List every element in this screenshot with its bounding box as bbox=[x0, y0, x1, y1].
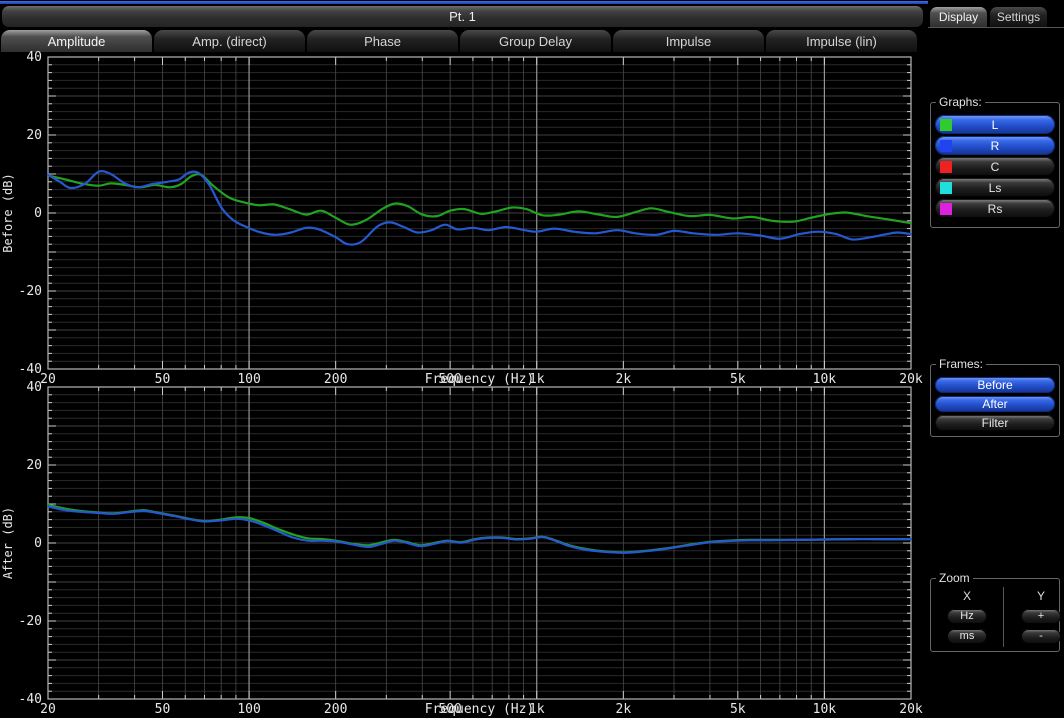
x-tick-label: 2k bbox=[616, 702, 632, 717]
x-tick-label: 20 bbox=[40, 702, 56, 717]
x-tick-label: 5k bbox=[730, 702, 746, 717]
graphs-group-label: Graphs: bbox=[936, 95, 985, 109]
zoom-groupbox: Zoom X Y Hzms+- bbox=[930, 578, 1060, 652]
zoom-column-divider bbox=[1003, 587, 1004, 647]
frames-groupbox: Frames: BeforeAfterFilter bbox=[930, 364, 1060, 437]
y-tick-label: 0 bbox=[34, 536, 42, 551]
channel-button-label: C bbox=[991, 160, 1000, 174]
x-axis-title: Frequency (Hz) bbox=[425, 702, 535, 717]
channel-button-label: L bbox=[992, 118, 999, 132]
x-tick-label: 20k bbox=[899, 702, 923, 717]
after-amplitude-plot[interactable]: 40200-20-4020501002005001k2k5k10k20kFreq… bbox=[0, 0, 928, 718]
channel-button-label: Ls bbox=[989, 181, 1002, 195]
zoom-y-axis-label: Y bbox=[1021, 589, 1061, 603]
channel-button-label: Rs bbox=[988, 202, 1003, 216]
frame-button-before[interactable]: Before bbox=[935, 377, 1055, 393]
y-tick-label: -20 bbox=[19, 614, 42, 629]
graph-channel-button-ls[interactable]: Ls bbox=[935, 178, 1055, 197]
curve-R bbox=[48, 506, 911, 552]
frames-button-list: Before After Filter bbox=[931, 377, 1059, 431]
sidebar-tab-divider bbox=[928, 27, 1064, 28]
channel-color-swatch-l bbox=[940, 119, 952, 131]
sidebar-tab-display[interactable]: Display bbox=[930, 7, 987, 27]
graph-channel-button-r[interactable]: R bbox=[935, 136, 1055, 155]
graph-channel-button-c[interactable]: C bbox=[935, 157, 1055, 176]
channel-color-swatch-ls bbox=[940, 182, 952, 194]
y-tick-label: 40 bbox=[26, 380, 42, 395]
frame-button-after[interactable]: After bbox=[935, 396, 1055, 412]
x-tick-label: 10k bbox=[813, 702, 837, 717]
frames-group-label: Frames: bbox=[936, 357, 986, 371]
zoom-y-plus-button[interactable]: + bbox=[1021, 609, 1061, 624]
sidebar-tab-bar: DisplaySettings bbox=[930, 7, 1047, 27]
app-window: Pt. 1 AmplitudeAmp. (direct)PhaseGroup D… bbox=[0, 0, 1064, 718]
graph-channel-button-l[interactable]: L bbox=[935, 115, 1055, 134]
sidebar-tab-settings[interactable]: Settings bbox=[990, 7, 1047, 27]
frame-button-filter[interactable]: Filter bbox=[935, 415, 1055, 431]
x-tick-label: 50 bbox=[155, 702, 171, 717]
zoom-x-axis-label: X bbox=[947, 589, 987, 603]
channel-color-swatch-c bbox=[940, 161, 952, 173]
graphs-groupbox: Graphs: LRCLsRs bbox=[930, 102, 1060, 228]
zoom-y-minus-button[interactable]: - bbox=[1021, 629, 1061, 644]
x-tick-label: 100 bbox=[237, 702, 260, 717]
zoom-x-hz-button[interactable]: Hz bbox=[947, 609, 987, 624]
x-tick-label: 200 bbox=[324, 702, 347, 717]
y-axis-title: After (dB) bbox=[1, 507, 15, 579]
graphs-button-list: LRC Ls Rs bbox=[931, 115, 1059, 218]
zoom-group-label: Zoom bbox=[936, 571, 973, 585]
channel-color-swatch-r bbox=[940, 140, 952, 152]
sidebar: DisplaySettings Graphs: LRCLsRs Frames: … bbox=[928, 0, 1064, 718]
y-tick-label: -40 bbox=[19, 692, 42, 707]
channel-color-swatch-rs bbox=[940, 203, 952, 215]
zoom-x-ms-button[interactable]: ms bbox=[947, 629, 987, 644]
channel-button-label: R bbox=[991, 139, 1000, 153]
graph-channel-button-rs[interactable]: Rs bbox=[935, 199, 1055, 218]
y-tick-label: 20 bbox=[26, 458, 42, 473]
